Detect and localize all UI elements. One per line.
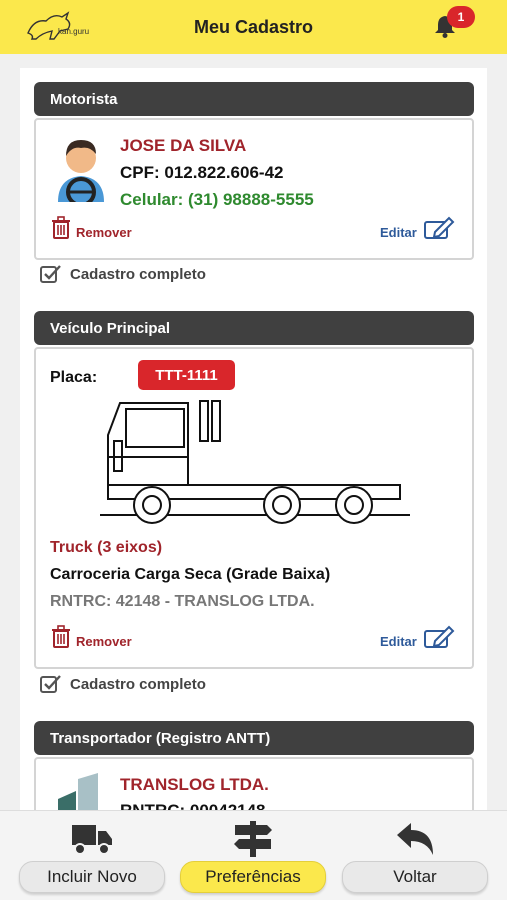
vehicle-body: Carroceria Carga Seca (Grade Baixa): [50, 566, 331, 583]
remove-vehicle-button[interactable]: Remover: [50, 625, 132, 649]
trash-icon: [52, 216, 70, 239]
transportador-rntrc: RNTRC: 00042148: [120, 801, 266, 810]
vehicle-rntrc: RNTRC: 42148 - TRANSLOG LTDA.: [50, 593, 315, 610]
driver-cpf: CPF: 012.822.606-42: [120, 163, 284, 182]
truck-outline-icon: [100, 400, 410, 524]
edit-label: Editar: [380, 634, 417, 649]
notification-badge[interactable]: 1: [447, 6, 475, 28]
bottom-nav: Incluir Novo Preferências Voltar: [0, 810, 507, 900]
voltar-button[interactable]: Voltar: [335, 811, 495, 900]
edit-label: Editar: [380, 225, 417, 240]
voltar-label: Voltar: [342, 861, 488, 893]
section-header-transportador: Transportador (Registro ANTT): [34, 721, 474, 755]
driver-phone[interactable]: Celular: (31) 98888-5555: [120, 190, 314, 210]
edit-driver-button[interactable]: Editar: [380, 216, 455, 240]
driver-name: JOSE DA SILVA: [120, 136, 247, 155]
undo-arrow-icon: [397, 823, 433, 855]
trash-icon: [52, 625, 70, 648]
driver-status-label: Cadastro completo: [70, 265, 206, 283]
driver-status-row: Cadastro completo: [40, 264, 206, 284]
checkbox-checked-icon: [40, 675, 61, 693]
incluir-novo-button[interactable]: Incluir Novo: [12, 811, 172, 900]
checkbox-checked-icon: [40, 265, 61, 283]
preferencias-label: Preferências: [180, 861, 326, 893]
vehicle-status-label: Cadastro completo: [70, 675, 206, 693]
truck-icon: [72, 825, 112, 855]
edit-vehicle-button[interactable]: Editar: [380, 625, 455, 649]
section-header-motorista: Motorista: [34, 82, 474, 116]
placa-label: Placa:: [50, 369, 98, 386]
remove-driver-button[interactable]: Remover: [50, 216, 132, 240]
driver-avatar-icon: [58, 140, 104, 202]
kangaroo-logo-icon[interactable]: [24, 9, 104, 43]
incluir-novo-label: Incluir Novo: [19, 861, 165, 893]
vehicle-card: Placa: TTT-1111 Truck (3 eixos) Carrocer…: [34, 347, 474, 669]
signpost-icon: [234, 821, 272, 857]
top-bar: kan.guru Meu Cadastro 1: [0, 0, 507, 54]
vehicle-status-row: Cadastro completo: [40, 674, 206, 694]
main-content[interactable]: Motorista JOSE DA SILVA CPF: 012.822.606…: [20, 68, 487, 810]
placa-badge: TTT-1111: [138, 360, 235, 390]
preferencias-button[interactable]: Preferências: [173, 811, 333, 900]
vehicle-type: Truck (3 eixos): [50, 539, 163, 556]
motorista-card: JOSE DA SILVA CPF: 012.822.606-42 Celula…: [34, 118, 474, 260]
section-header-veiculo: Veículo Principal: [34, 311, 474, 345]
logo-text: kan.guru: [58, 27, 90, 36]
transportador-name: TRANSLOG LTDA.: [120, 775, 269, 794]
remove-label: Remover: [76, 225, 132, 240]
remove-label: Remover: [76, 634, 132, 649]
building-icon: [58, 773, 98, 810]
edit-icon: [423, 216, 455, 239]
edit-icon: [423, 625, 455, 648]
transportador-card: TRANSLOG LTDA. RNTRC: 00042148: [34, 757, 474, 810]
